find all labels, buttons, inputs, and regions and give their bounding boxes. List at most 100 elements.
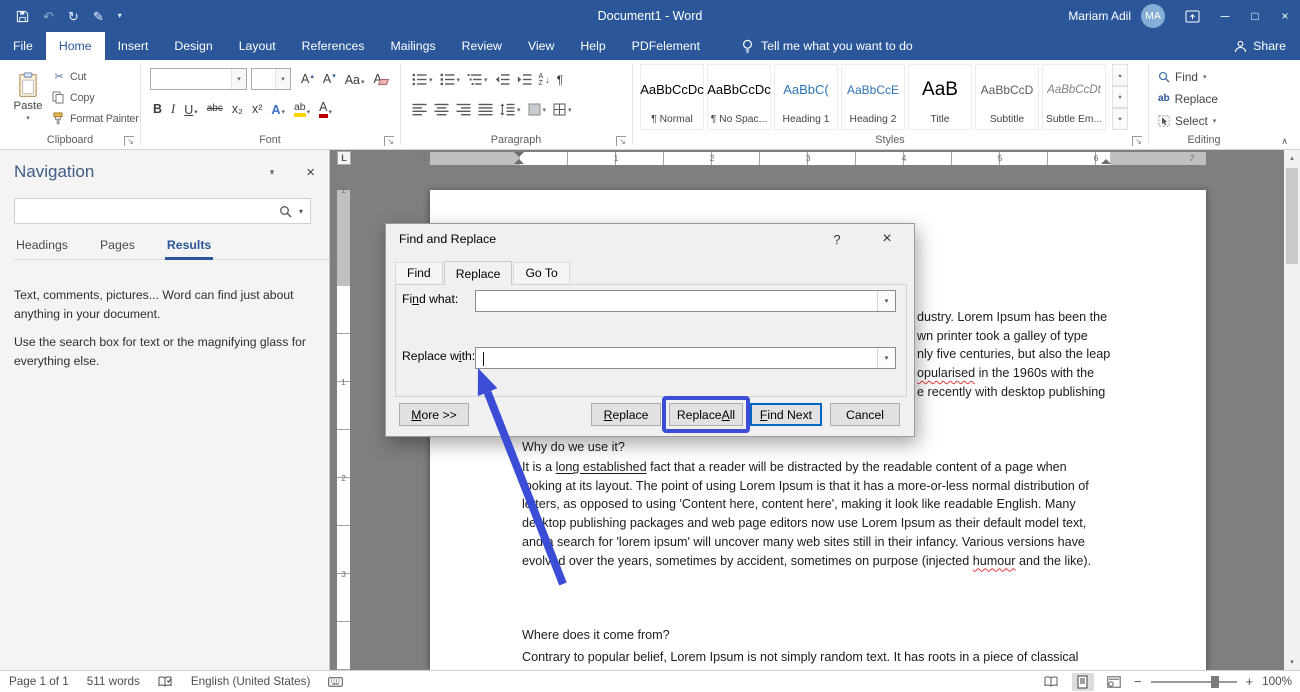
nav-tab-headings[interactable]: Headings xyxy=(14,238,70,252)
dialog-tab-goto[interactable]: Go To xyxy=(513,262,570,283)
collapse-ribbon-icon[interactable]: ∧ xyxy=(1281,136,1288,147)
replace-button[interactable]: ab Replace xyxy=(1158,89,1218,108)
more-button[interactable]: More >> xyxy=(399,403,469,426)
clear-formatting-button[interactable]: A xyxy=(371,71,385,88)
dropdown-icon[interactable]: ▾ xyxy=(543,106,547,114)
navigation-options-dropdown-icon[interactable]: ▾ xyxy=(270,167,275,178)
word-count[interactable]: 511 words xyxy=(78,675,149,688)
first-line-indent-marker[interactable] xyxy=(514,152,524,157)
dropdown-icon[interactable]: ▾ xyxy=(307,109,311,116)
clipboard-dialog-launcher-icon[interactable]: ↘ xyxy=(124,136,134,146)
maximize-button[interactable]: □ xyxy=(1240,0,1270,32)
style-title[interactable]: AaB Title xyxy=(908,64,972,130)
search-options-dropdown-icon[interactable]: ▾ xyxy=(299,207,303,216)
bold-button[interactable]: B xyxy=(150,101,165,118)
text-highlight-color-button[interactable]: ab ▾ xyxy=(291,100,313,119)
language-status[interactable]: English (United States) xyxy=(182,675,320,688)
tab-view[interactable]: View xyxy=(515,32,567,60)
increase-indent-button[interactable] xyxy=(515,71,534,88)
font-color-button[interactable]: A ▾ xyxy=(316,99,335,120)
style-subtle[interactable]: AaBbCcDt Subtle Em... xyxy=(1042,64,1106,130)
navigation-search-box[interactable]: ▾ xyxy=(14,198,311,224)
share-button[interactable]: Share xyxy=(1234,32,1286,60)
multilevel-list-button[interactable]: ▾ xyxy=(465,71,490,88)
tab-mailings[interactable]: Mailings xyxy=(378,32,449,60)
user-name[interactable]: Mariam Adil xyxy=(1068,9,1131,23)
tab-design[interactable]: Design xyxy=(161,32,225,60)
dialog-close-button[interactable]: × xyxy=(870,224,904,254)
replace-all-button[interactable]: Replace All xyxy=(669,403,743,426)
nav-tab-pages[interactable]: Pages xyxy=(98,238,137,252)
decrease-indent-button[interactable] xyxy=(493,71,512,88)
tab-insert[interactable]: Insert xyxy=(105,32,162,60)
tab-pdfelement[interactable]: PDFelement xyxy=(619,32,713,60)
cut-button[interactable]: ✂ Cut xyxy=(52,67,139,86)
dialog-tab-replace[interactable]: Replace xyxy=(443,261,513,285)
ribbon-display-options-icon[interactable] xyxy=(1185,10,1200,23)
undo-icon[interactable]: ↶ xyxy=(43,10,54,23)
proofing-errors-icon[interactable] xyxy=(149,675,182,688)
find-what-dropdown-icon[interactable]: ▾ xyxy=(877,291,895,311)
style-h1[interactable]: AaBbC(Heading 1 xyxy=(774,64,838,130)
style-normal[interactable]: AaBbCcDc ¶ Normal xyxy=(640,64,704,130)
font-name-dropdown-icon[interactable]: ▾ xyxy=(231,69,246,89)
avatar[interactable]: MA xyxy=(1141,4,1165,28)
right-indent-marker[interactable] xyxy=(1101,159,1111,164)
cancel-button[interactable]: Cancel xyxy=(830,403,900,426)
select-button[interactable]: Select ▾ xyxy=(1158,111,1218,130)
save-icon[interactable] xyxy=(16,10,29,23)
dropdown-icon[interactable]: ▾ xyxy=(361,79,365,86)
nav-tab-results[interactable]: Results xyxy=(164,238,214,260)
paragraph-dialog-launcher-icon[interactable]: ↘ xyxy=(616,136,626,146)
font-size-combo[interactable]: ▾ xyxy=(251,68,291,90)
dropdown-icon[interactable]: ▾ xyxy=(568,106,572,114)
style-subtitle[interactable]: AaBbCcD Subtitle xyxy=(975,64,1039,130)
find-button[interactable]: Find ▾ xyxy=(1158,67,1218,86)
subscript-button[interactable]: x₂ xyxy=(229,101,246,118)
underline-button[interactable]: U ▾ xyxy=(181,100,201,118)
tab-help[interactable]: Help xyxy=(567,32,618,60)
styles-scroll-down-icon[interactable]: ▾ xyxy=(1112,86,1128,108)
numbering-button[interactable]: ▾ xyxy=(438,71,463,88)
styles-dialog-launcher-icon[interactable]: ↘ xyxy=(1132,136,1142,146)
justify-button[interactable] xyxy=(476,101,495,118)
vertical-scrollbar[interactable]: ▴ ▾ xyxy=(1284,150,1300,670)
pen-icon[interactable]: ✎ xyxy=(93,10,104,23)
find-what-input[interactable] xyxy=(476,291,877,311)
font-name-input[interactable] xyxy=(151,73,231,85)
replace-with-combo[interactable]: ▾ xyxy=(475,347,896,369)
find-dropdown-icon[interactable]: ▾ xyxy=(1203,73,1207,81)
tab-file[interactable]: File xyxy=(0,32,46,60)
read-mode-icon[interactable] xyxy=(1041,673,1063,691)
keyboard-icon[interactable] xyxy=(319,676,352,687)
dropdown-icon[interactable]: ▾ xyxy=(194,109,198,116)
page-info[interactable]: Page 1 of 1 xyxy=(0,675,78,688)
borders-button[interactable]: ▾ xyxy=(551,101,574,118)
text-effects-button[interactable]: A ▾ xyxy=(268,100,288,118)
search-icon[interactable] xyxy=(279,205,292,218)
tab-references[interactable]: References xyxy=(289,32,378,60)
dialog-help-button[interactable]: ? xyxy=(822,224,852,254)
redo-icon[interactable]: ↻ xyxy=(68,10,79,23)
font-dialog-launcher-icon[interactable]: ↘ xyxy=(384,136,394,146)
style-nospacing[interactable]: AaBbCcDc ¶ No Spac... xyxy=(707,64,771,130)
tell-me-box[interactable]: Tell me what you want to do xyxy=(741,32,913,60)
dropdown-icon[interactable]: ▾ xyxy=(517,106,521,114)
zoom-slider-thumb[interactable] xyxy=(1210,675,1219,688)
replace-with-dropdown-icon[interactable]: ▾ xyxy=(877,348,895,368)
find-next-button[interactable]: Find Next xyxy=(750,403,822,426)
styles-more-icon[interactable]: ▾ xyxy=(1112,108,1128,130)
dropdown-icon[interactable]: ▾ xyxy=(429,76,433,84)
print-layout-icon[interactable] xyxy=(1071,672,1094,691)
styles-scroll-up-icon[interactable]: ▴ xyxy=(1112,64,1128,86)
style-h2[interactable]: AaBbCcE Heading 2 xyxy=(841,64,905,130)
strikethrough-button[interactable]: abc xyxy=(204,102,226,117)
hanging-indent-marker[interactable] xyxy=(514,159,524,164)
dropdown-icon[interactable]: ▾ xyxy=(281,109,285,116)
close-button[interactable]: × xyxy=(1270,0,1300,32)
font-size-dropdown-icon[interactable]: ▾ xyxy=(275,69,290,89)
align-center-button[interactable] xyxy=(432,101,451,118)
scroll-down-icon[interactable]: ▾ xyxy=(1284,654,1300,670)
italic-button[interactable]: I xyxy=(168,101,178,118)
customize-quick-access-icon[interactable]: ▾ xyxy=(118,12,122,20)
